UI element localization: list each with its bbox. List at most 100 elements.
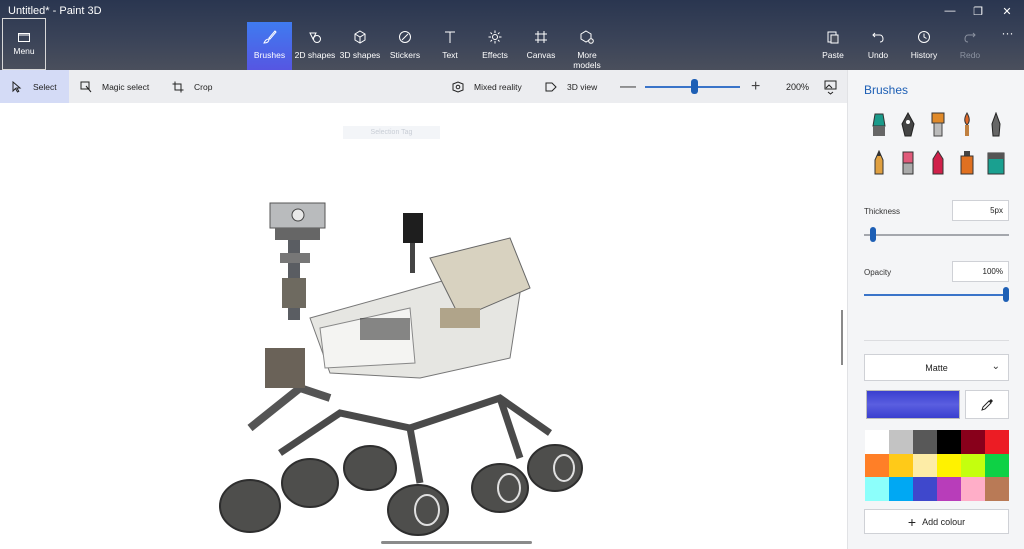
eraser-icon[interactable] [897,150,919,176]
mars-rover-model[interactable] [210,198,595,538]
spray-can-icon[interactable] [956,150,978,176]
zoom-in-button[interactable]: + [751,70,760,103]
history-icon [918,31,930,43]
palette-swatch[interactable] [865,453,889,478]
crayon-icon[interactable] [927,150,949,176]
palette-swatch[interactable] [889,477,913,501]
palette-swatch[interactable] [937,477,961,501]
pencil-icon[interactable] [868,150,890,176]
horizontal-scrollbar[interactable] [381,541,532,544]
menu-button[interactable]: Menu [2,18,46,70]
paste-icon [827,31,839,44]
thickness-slider-thumb[interactable] [870,227,876,242]
tab-2d-shapes[interactable]: 2D shapes [293,22,337,70]
zoom-out-button[interactable]: — [620,70,636,103]
canvas-icon [535,31,547,43]
add-colour-button[interactable]: + Add colour [864,509,1009,534]
tab-3d-shapes[interactable]: 3D shapes [338,22,382,70]
panel-title: Brushes [864,83,909,97]
thickness-input[interactable]: 5px [952,200,1009,221]
stickers-icon [399,31,411,43]
menu-label: Menu [13,46,35,56]
palette-swatch[interactable] [961,453,985,478]
tab-text[interactable]: Text [428,22,472,70]
redo-icon [964,32,976,43]
title-bar: Untitled* - Paint 3D — ❐ ✕ Menu Brushes … [0,0,1024,70]
tab-more-models[interactable]: More models [565,22,609,70]
finish-dropdown[interactable]: Matte ⌄ [864,354,1009,381]
undo-label: Undo [867,50,889,60]
mixed-reality-icon [452,80,464,93]
magic-select-button[interactable]: Magic select [80,70,149,103]
palette-swatch[interactable] [961,477,985,501]
close-button[interactable]: ✕ [992,0,1022,22]
tab-label: Stickers [389,50,421,60]
watercolor-icon[interactable] [956,112,978,138]
zoom-value: 200% [786,82,810,92]
select-button[interactable]: Select [0,70,69,103]
palette-swatch[interactable] [913,453,937,478]
palette-swatch[interactable] [889,430,913,454]
palette-swatch[interactable] [961,430,985,454]
opacity-slider-track[interactable] [864,294,1009,296]
app-title: Untitled* - Paint 3D [8,5,102,17]
mixed-reality-button[interactable]: Mixed reality [452,70,522,103]
maximize-button[interactable]: ❐ [963,0,993,22]
3d-view-button[interactable]: 3D view [545,70,597,103]
selection-tag: Selection Tag [343,126,440,139]
marker-icon[interactable] [868,112,890,138]
tab-label: Effects [482,50,508,60]
history-label: History [910,50,938,60]
eyedropper-button[interactable] [965,390,1009,419]
vertical-scrollbar[interactable] [841,310,843,365]
tab-label: Brushes [253,50,286,60]
image-view-icon[interactable] [824,80,837,96]
folder-icon [18,33,30,42]
undo-icon [872,32,884,43]
more-options-button[interactable]: ··· [995,22,1020,70]
3d-view-icon [545,82,557,91]
undo-button[interactable]: Undo [858,22,898,70]
redo-button[interactable]: Redo [950,22,990,70]
brush-icon [262,30,277,44]
palette-swatch[interactable] [937,430,961,454]
history-button[interactable]: History [903,22,945,70]
opacity-slider-thumb[interactable] [1003,287,1009,302]
thickness-slider-track[interactable] [864,234,1009,236]
2d-shapes-icon [309,32,321,43]
tab-label: Text [442,50,458,60]
palette-swatch[interactable] [889,453,913,478]
magic-select-icon [80,81,92,92]
paste-button[interactable]: Paste [813,22,853,70]
more-models-icon [580,30,594,44]
current-color-swatch[interactable] [866,390,960,419]
crop-button[interactable]: Crop [172,70,212,103]
opacity-label: Opacity [864,268,892,277]
palette-swatch[interactable] [985,453,1009,478]
palette-swatch[interactable] [913,477,937,501]
palette-swatch[interactable] [865,477,889,501]
palette-swatch[interactable] [865,430,889,454]
palette-swatch[interactable] [985,477,1009,501]
oil-brush-icon[interactable] [927,112,949,138]
calligraphy-pen-icon[interactable] [897,112,919,138]
pixel-pen-icon[interactable] [985,112,1007,138]
color-palette [865,430,1009,501]
tab-canvas[interactable]: Canvas [518,22,564,70]
opacity-input[interactable]: 100% [952,261,1009,282]
fill-icon[interactable] [985,150,1007,176]
tab-effects[interactable]: Effects [473,22,517,70]
palette-swatch[interactable] [913,430,937,454]
cursor-icon [12,80,22,93]
chevron-down-icon: ⌄ [991,361,1000,372]
tab-stickers[interactable]: Stickers [383,22,427,70]
effects-icon [488,30,502,44]
minimize-button[interactable]: — [935,0,965,22]
zoom-slider-thumb[interactable] [691,79,698,94]
palette-swatch[interactable] [937,453,961,478]
tab-label: 2D shapes [294,50,336,60]
canvas-area[interactable] [0,103,847,549]
palette-swatch[interactable] [985,430,1009,454]
tab-brushes[interactable]: Brushes [247,22,292,70]
eyedropper-icon [981,398,993,411]
